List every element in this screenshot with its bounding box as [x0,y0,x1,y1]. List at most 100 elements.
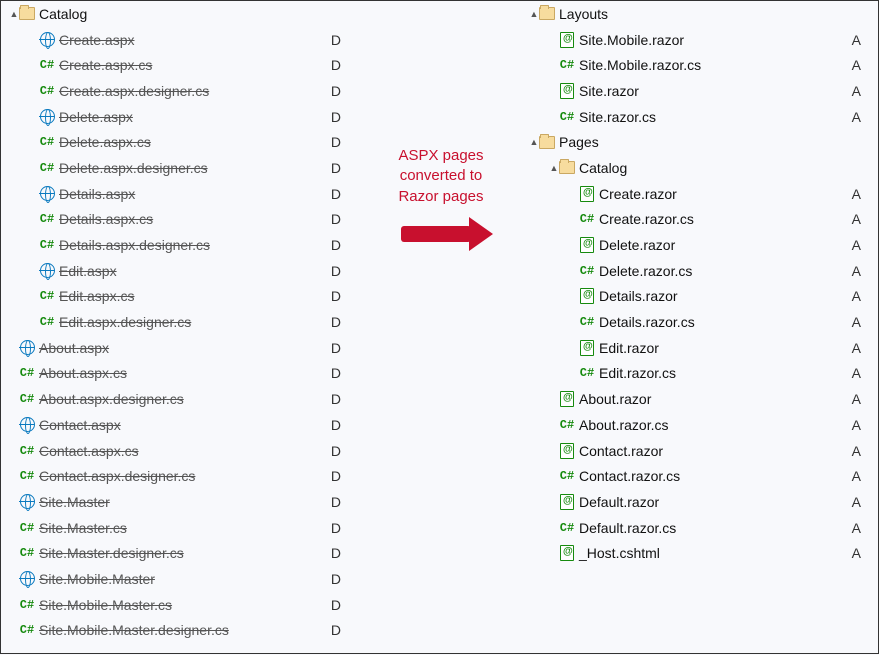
tree-row[interactable]: About.aspxD [1,335,361,361]
tree-node-label: Delete.aspx.cs [59,134,151,150]
tree-row[interactable]: Site.Master D [1,489,361,515]
tree-row[interactable]: Site.razor A [521,78,879,104]
tree-row[interactable]: C#Create.aspx.csD [1,52,361,78]
csharp-icon: C# [579,314,595,330]
tree-row[interactable]: Default.razorA [521,489,879,515]
vcs-status-letter: A [852,57,861,73]
folder-icon [559,160,575,176]
tree-row[interactable]: C#Delete.razor.csA [521,258,879,284]
tree-row[interactable]: C#Default.razor.csA [521,515,879,541]
tree-row[interactable]: C#Site.Mobile.razor.csA [521,52,879,78]
tree-row[interactable]: C#Create.aspx.designer.csD [1,78,361,104]
tree-row[interactable]: C#About.razor.csA [521,412,879,438]
razor-icon [579,288,595,304]
tree-row[interactable]: C#Details.aspx.designer.csD [1,232,361,258]
tree-row[interactable]: Create.razorA [521,181,879,207]
csharp-icon: C# [19,365,35,381]
vcs-status-letter: D [331,520,341,536]
tree-row[interactable]: Site.Mobile.razorA [521,27,879,53]
tree-row[interactable]: C#Site.Master.csD [1,515,361,541]
tree-row[interactable]: C#About.aspx.csD [1,361,361,387]
vcs-status-letter: D [331,365,341,381]
tree-row[interactable]: About.razorA [521,386,879,412]
expand-toggle-icon[interactable]: ▲ [549,163,559,173]
tree-node-label: Site.Master [39,494,110,510]
tree-node-label: Site.Mobile.Master.cs [39,597,172,613]
tree-row[interactable]: ▲Layouts [521,1,879,27]
vcs-status-letter: D [331,314,341,330]
tree-node-label: Catalog [39,6,87,22]
tree-row[interactable]: Details.aspxD [1,181,361,207]
tree-node-label: Site.razor [579,83,639,99]
tree-node-label: Contact.aspx.designer.cs [39,468,195,484]
tree-row[interactable]: ▲Catalog [521,155,879,181]
vcs-status-letter: A [852,32,861,48]
vcs-status-letter: A [852,545,861,561]
tree-row[interactable]: C#Details.aspx.csD [1,207,361,233]
razor-icon [559,32,575,48]
tree-node-label: Details.razor [599,288,678,304]
tree-row[interactable]: C#Edit.aspx.designer.csD [1,309,361,335]
tree-row[interactable]: C#Delete.aspx.csD [1,129,361,155]
razor-icon [559,391,575,407]
tree-node-label: Site.Mobile.Master.designer.cs [39,622,229,638]
razor-icon [579,186,595,202]
tree-row[interactable]: C#Contact.aspx.csD [1,438,361,464]
tree-row[interactable]: C#Details.razor.csA [521,309,879,335]
vcs-status-letter: D [331,134,341,150]
vcs-status-letter: D [331,32,341,48]
globe-icon [39,186,55,202]
globe-icon [19,494,35,510]
csharp-icon: C# [19,520,35,536]
vcs-status-letter: D [331,186,341,202]
tree-node-label: About.aspx.designer.cs [39,391,184,407]
tree-row[interactable]: Site.Mobile.MasterD [1,566,361,592]
vcs-status-letter: A [852,263,861,279]
tree-row[interactable]: _Host.cshtmlA [521,540,879,566]
csharp-icon: C# [579,263,595,279]
tree-row[interactable]: C#Contact.razor.csA [521,463,879,489]
vcs-status-letter: A [852,468,861,484]
vcs-status-letter: D [331,263,341,279]
globe-icon [39,32,55,48]
expand-toggle-icon[interactable]: ▲ [9,9,19,19]
tree-row[interactable]: Details.razorA [521,284,879,310]
vcs-status-letter: D [331,494,341,510]
vcs-status-letter: A [852,186,861,202]
tree-row[interactable]: Delete.razorA [521,232,879,258]
globe-icon [19,417,35,433]
csharp-icon: C# [19,597,35,613]
vcs-status-letter: D [331,443,341,459]
tree-row[interactable]: C#Site.Mobile.Master.designer.csD [1,618,361,644]
expand-toggle-icon[interactable]: ▲ [529,137,539,147]
tree-row[interactable]: Edit.aspxD [1,258,361,284]
tree-row[interactable]: C#Edit.aspx.csD [1,284,361,310]
tree-row[interactable]: Create.aspxD [1,27,361,53]
tree-row[interactable]: C#Delete.aspx.designer.csD [1,155,361,181]
expand-toggle-icon[interactable]: ▲ [529,9,539,19]
csharp-icon: C# [19,545,35,561]
tree-node-label: Site.razor.cs [579,109,656,125]
tree-row[interactable]: C#Site.Master.designer.csD [1,540,361,566]
folder-icon [19,6,35,22]
razor-icon [559,83,575,99]
tree-row[interactable]: C#Site.Mobile.Master.csD [1,592,361,618]
vcs-status-letter: A [852,83,861,99]
tree-node-label: Delete.razor [599,237,675,253]
tree-row[interactable]: ▲Pages [521,129,879,155]
tree-row[interactable]: Delete.aspxD [1,104,361,130]
tree-row[interactable]: Contact.razorA [521,438,879,464]
csharp-icon: C# [39,314,55,330]
tree-row[interactable]: Edit.razorA [521,335,879,361]
tree-node-label: Delete.aspx.designer.cs [59,160,208,176]
vcs-status-letter: D [331,211,341,227]
tree-row[interactable]: ▲ Catalog [1,1,361,27]
tree-row[interactable]: Contact.aspxD [1,412,361,438]
tree-node-label: Site.Master.designer.cs [39,545,184,561]
tree-row[interactable]: C#Site.razor.csA [521,104,879,130]
tree-row[interactable]: C#Edit.razor.csA [521,361,879,387]
tree-row[interactable]: C#Create.razor.csA [521,207,879,233]
tree-node-label: Edit.aspx.cs [59,288,134,304]
tree-row[interactable]: C#Contact.aspx.designer.csD [1,463,361,489]
tree-row[interactable]: C#About.aspx.designer.csD [1,386,361,412]
